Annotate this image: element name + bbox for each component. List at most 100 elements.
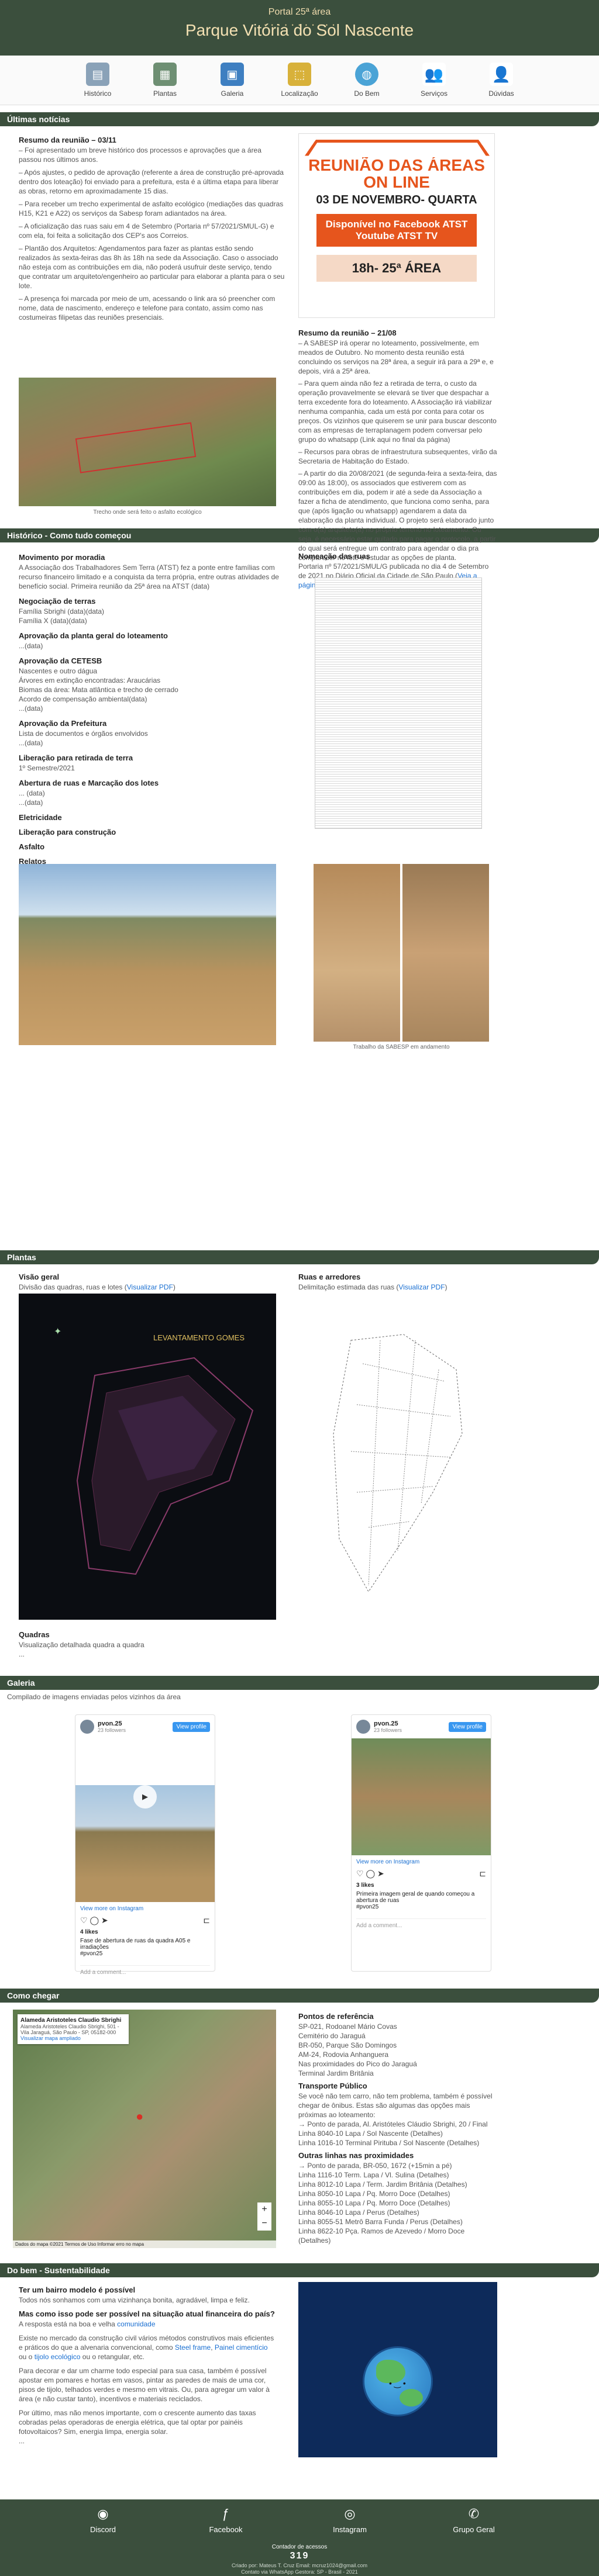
meeting-1-text: – Para receber um trecho experimental de… [19,200,284,217]
meeting-1-text: – A presença foi marcada por meio de um,… [19,295,276,321]
dobem-text: ou o retangular, [82,2353,132,2361]
view-more-link[interactable]: View more on Instagram [356,1859,419,1865]
nav-label: Do Bem [354,89,380,98]
post-image[interactable] [352,1738,491,1855]
list-item: Linha 8055-51 Metrô Barra Funda / Perus … [298,2218,463,2226]
instagram-post: pvon.25 23 followers View profile View mo… [351,1714,491,1972]
discord-link[interactable]: ◉ Discord [62,2506,144,2534]
gallery-desc: Compilado de imagens enviadas pelos vizi… [7,1693,181,1701]
view-more-link[interactable]: View more on Instagram [80,1906,143,1912]
transport-text: Se você não tem carro, não tem problema,… [298,2092,493,2119]
cement-panel-link[interactable]: Painel cimentício [215,2343,268,2352]
list-item: Linha 8055-10 Lapa / Pq. Morro Doce (Det… [298,2199,450,2207]
nav-item-duvidas[interactable]: 👤 Dúvidas [468,56,535,105]
earth-icon: • ‿ • [363,2346,433,2416]
timeline-desc: Nascentes e outro dágua Árvores em extin… [19,667,178,713]
site-footer: ◉ Discord ƒ Facebook ◎ Instagram ✆ Grupo Ger… [0,2499,599,2576]
list-item: Linha 8050-10 Lapa / Pq. Morro Doce (Det… [298,2190,450,2198]
embedded-map[interactable]: Alameda Aristoteles Claudio Sbrighi Alam… [13,2010,276,2248]
earth-illustration: • ‿ • [298,2282,497,2457]
action-icons[interactable]: ♡ ◯ ➤ ⊏ [356,1869,486,1879]
general-plan-image: LEVANTAMENTO GOMES ✦ [19,1294,276,1620]
eco-brick-link[interactable]: tijolo ecológico [35,2353,81,2361]
sabesp-caption: Trabalho da SABESP em andamento [353,1044,450,1050]
timeline-title: Aprovação da planta geral do loteamento [19,631,168,640]
timeline-desc: Família Sbrighi (data)(data) Família X (… [19,607,105,625]
site-header: Portal 25ª área • • • • • • • • • • • Pa… [0,0,599,56]
action-icons[interactable]: ♡ ◯ ➤ ⊏ [80,1915,210,1925]
timeline-title: Abertura de ruas e Marcação dos lotes [19,779,159,787]
footer-label: Grupo Geral [453,2525,495,2534]
play-icon[interactable]: ▶ [133,1785,157,1809]
nav-label: Plantas [153,89,177,98]
nav-label: Localização [281,89,318,98]
zoom-controls[interactable]: + − [257,2202,271,2231]
visit-counter: 319 [290,2551,309,2561]
nav-item-servicos[interactable]: 👥 Serviços [401,56,468,105]
nav-item-dobem[interactable]: ◍ Do Bem [333,56,401,105]
dobem-text: Todos nós sonhamos com uma vizinhança bo… [19,2296,250,2304]
list-item: Cemitério do Jaraguá [298,2032,366,2040]
instagram-icon: ◎ [344,2506,356,2521]
timeline-desc: ...(data) [19,642,43,650]
facebook-link[interactable]: ƒ Facebook [185,2506,267,2534]
steel-frame-link[interactable]: Steel frame [175,2343,211,2352]
post-user: pvon.25 [374,1720,398,1727]
streets-pdf-link[interactable]: Visualizar PDF [398,1283,445,1291]
map-enlarge-link[interactable]: Visualizar mapa ampliado [20,2035,81,2041]
instagram-link[interactable]: ◎ Instagram [309,2506,391,2534]
comment-field[interactable]: Add a comment... [80,1965,210,1976]
nav-label: Galeria [221,89,244,98]
community-link[interactable]: comunidade [117,2320,155,2328]
timeline-title: Asfalto [19,842,45,851]
location-section: Alameda Aristoteles Claudio Sbrighi Alam… [0,2003,599,2263]
meeting-poster: REUNIÃO DAS ÁREAS ON LINE 03 DE NOVEMBRO… [298,133,495,318]
blocks-title: Quadras [19,1630,50,1639]
view-profile-button[interactable]: View profile [449,1721,486,1732]
section-news-title: Últimas notícias [0,112,599,126]
trench-photo-1 [314,864,400,1042]
globe-icon: ◍ [355,63,378,86]
nav-item-historico[interactable]: ▤ Histórico [64,56,132,105]
footer-label: Facebook [209,2525,243,2534]
photo-caption: Trecho onde será feito o asfalto ecológi… [93,509,202,516]
header-subtitle: Portal 25ª área [268,7,331,17]
general-pdf-link[interactable]: Visualizar PDF [127,1283,173,1291]
dobem-text: etc. [133,2353,144,2361]
list-item: AM-24, Rodovia Anhanguera [298,2051,389,2059]
gallery-icon: ▣ [221,63,244,86]
meeting-2-title: Resumo da reunião – 21/08 [298,329,397,337]
poster-line: Disponível no Facebook ATST [325,219,468,230]
footer-credit: Criado por: Mateus T. Cruz Email: mcruz1… [231,2563,368,2568]
asphalt-site-photo [19,378,276,506]
other-lines-title: Outras linhas nas proximidades [298,2151,414,2160]
list-item: Linha 8622-10 Pça. Ramos de Azevedo / Mo… [298,2227,465,2245]
dobem-text: A resposta está na boa e velha [19,2320,115,2328]
list-item: Linha 8040-10 Lapa / Sol Nascente (Detal… [298,2129,443,2138]
history-section: Movimento por moradia A Associação dos Tr… [0,542,599,1250]
post-likes: 4 likes [80,1929,98,1935]
whatsapp-link[interactable]: ✆ Grupo Geral [433,2506,515,2534]
post-likes: 3 likes [356,1882,374,1889]
nav-item-plantas[interactable]: ▦ Plantas [132,56,199,105]
list-item: Linha 8046-10 Lapa / Perus (Detalhes) [298,2208,419,2217]
history-icon: ▤ [86,63,109,86]
workers-icon: 👥 [422,63,446,86]
meeting-1-text: – Plantão dos Arquitetos: Agendamentos p… [19,244,285,290]
meeting-1-text: – Após ajustes, o pedido de aprovação (r… [19,168,284,195]
general-view-title: Visão geral [19,1273,60,1281]
dobem-subtitle: Mas como isso pode ser possível na situa… [19,2309,275,2318]
nav-item-galeria[interactable]: ▣ Galeria [199,56,266,105]
nav-item-localizacao[interactable]: ⬚ Localização [266,56,333,105]
post-image[interactable]: ▶ [75,1785,215,1902]
dobem-text: ou o [19,2353,33,2361]
streets-surroundings-title: Ruas e arredores [298,1273,361,1281]
comment-field[interactable]: Add a comment... [356,1918,486,1929]
streets-desc: Delimitação estimada das ruas ( [298,1283,399,1291]
map-icon: ⬚ [288,63,311,86]
dobem-text: Para decorar e dar um charme todo especi… [19,2367,270,2403]
view-profile-button[interactable]: View profile [173,1721,210,1732]
post-tag: #pvon25 [80,1951,103,1957]
general-view-desc-close: ) [173,1283,175,1291]
poster-line: Youtube ATST TV [355,230,438,241]
